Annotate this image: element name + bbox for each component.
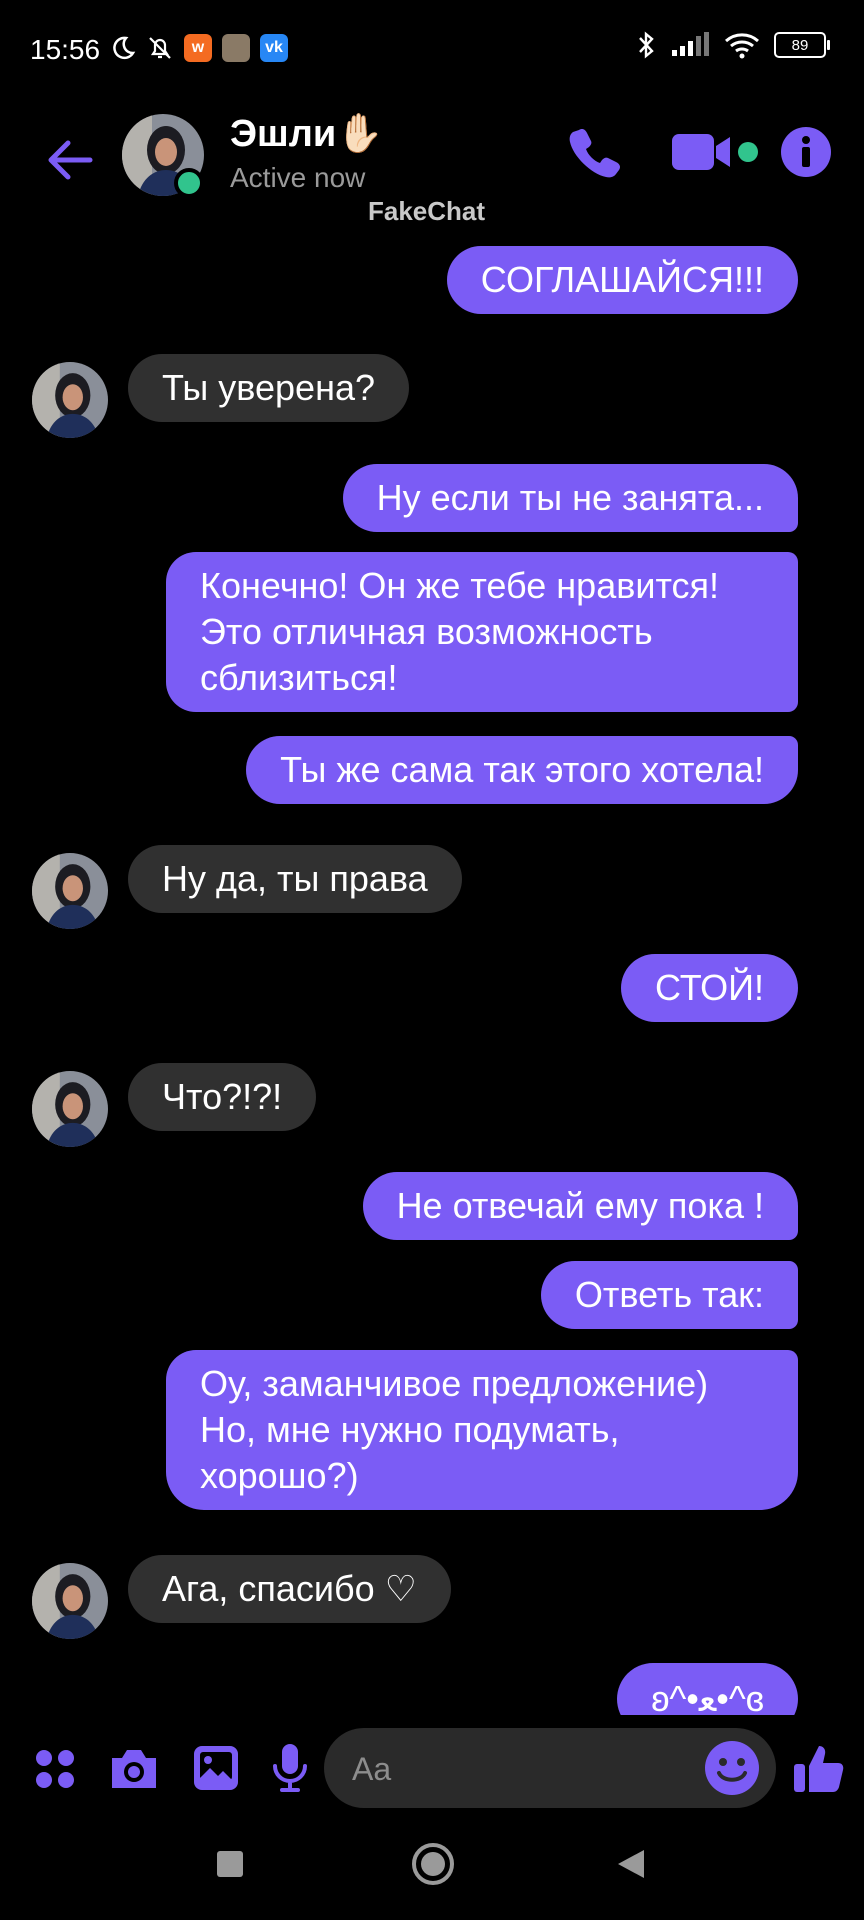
home-circle-icon[interactable] xyxy=(411,1842,455,1886)
message-bubble-outgoing[interactable]: Конечно! Он же тебе нравится! Это отличн… xyxy=(166,552,798,712)
sender-avatar[interactable] xyxy=(32,1563,108,1639)
watermark-text: FakeChat xyxy=(368,196,486,226)
vk-app-icon: vk xyxy=(260,34,288,62)
composer-bar xyxy=(0,1718,864,1818)
active-status: Active now xyxy=(230,162,366,193)
message-list[interactable]: СОГЛАШАЙСЯ!!! Ты уверена? Ну если ты не … xyxy=(0,230,864,1715)
wifi-icon xyxy=(725,33,759,59)
online-indicator xyxy=(174,168,204,198)
status-bar: 15:56 w vk 89 xyxy=(0,0,864,100)
camera-icon[interactable] xyxy=(108,1746,160,1792)
sender-avatar[interactable] xyxy=(32,853,108,929)
message-bubble-incoming[interactable]: Ну да, ты права xyxy=(128,845,462,913)
emoji-icon[interactable] xyxy=(704,1740,760,1796)
apps-grid-icon[interactable] xyxy=(34,1748,76,1790)
back-triangle-icon[interactable] xyxy=(616,1848,646,1880)
bell-muted-icon xyxy=(149,37,171,59)
game-app-icon xyxy=(222,34,250,62)
message-input[interactable] xyxy=(350,1728,684,1810)
phone-call-icon[interactable] xyxy=(565,122,625,182)
message-bubble-outgoing[interactable]: Ну если ты не занята... xyxy=(342,464,798,532)
sender-avatar[interactable] xyxy=(32,1071,108,1147)
video-call-icon[interactable] xyxy=(668,128,762,178)
chat-header: Эшли✋🏻 Active now FakeChat xyxy=(0,100,864,226)
status-right-icons: 89 xyxy=(636,30,830,60)
message-bubble-incoming[interactable]: Ага, спасибо ♡ xyxy=(128,1555,451,1623)
sender-avatar[interactable] xyxy=(32,362,108,438)
message-bubble-outgoing[interactable]: ʚ^•ﻌ•^ɞ xyxy=(617,1663,798,1715)
message-bubble-incoming[interactable]: Что?!?! xyxy=(128,1063,317,1131)
message-bubble-outgoing[interactable]: СОГЛАШАЙСЯ!!! xyxy=(446,246,798,314)
recent-apps-square-icon[interactable] xyxy=(216,1850,244,1878)
message-input-field[interactable] xyxy=(324,1728,776,1810)
message-bubble-outgoing[interactable]: СТОЙ! xyxy=(620,954,798,1022)
battery-indicator: 89 xyxy=(774,32,830,58)
status-time: 15:56 xyxy=(30,34,101,65)
gallery-icon[interactable] xyxy=(192,1744,240,1792)
info-icon[interactable] xyxy=(780,126,832,178)
status-left-icons: w vk xyxy=(110,34,288,62)
message-bubble-outgoing[interactable]: Оу, заманчивое предложение) Но, мне нужн… xyxy=(166,1350,798,1510)
message-bubble-incoming[interactable]: Ты уверена? xyxy=(128,354,409,422)
w-app-icon: w xyxy=(184,34,212,62)
message-bubble-outgoing[interactable]: Ты же сама так этого хотела! xyxy=(246,736,798,804)
contact-name[interactable]: Эшли✋🏻 xyxy=(230,112,384,156)
signal-icon xyxy=(672,32,709,56)
system-navigation-bar xyxy=(0,1820,864,1920)
message-bubble-outgoing[interactable]: Ответь так: xyxy=(540,1261,798,1329)
microphone-icon[interactable] xyxy=(270,1742,310,1794)
message-bubble-outgoing[interactable]: Не отвечай ему пока ! xyxy=(362,1172,798,1240)
bluetooth-icon xyxy=(639,31,654,59)
moon-icon xyxy=(113,36,136,60)
back-arrow-icon[interactable] xyxy=(40,130,100,190)
like-thumbs-up-icon[interactable] xyxy=(792,1740,848,1796)
